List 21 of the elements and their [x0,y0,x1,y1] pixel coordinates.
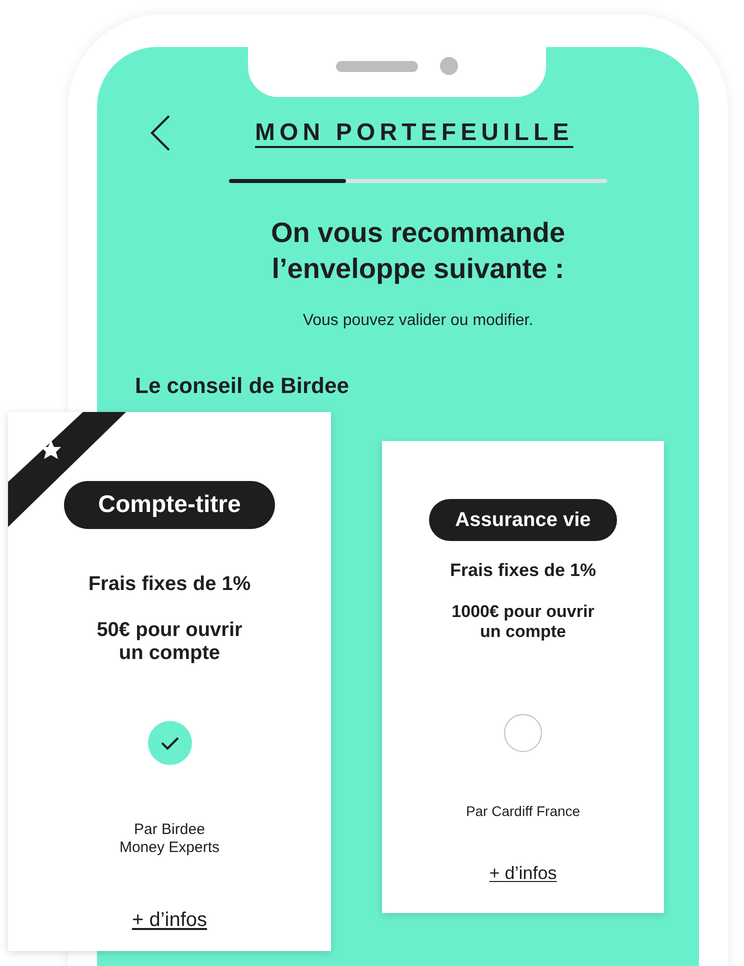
provider-text: Par Cardiff France [466,802,580,820]
minimum-text: 50€ pour ouvrir un compte [96,619,242,665]
product-pill: Assurance vie [429,499,617,541]
page-title: MON PORTEFEUILLE [255,118,574,148]
heading: On vous recommande l’enveloppe suivante : [270,216,566,286]
speaker-icon [336,60,418,72]
subtitle: Vous pouvez valider ou modifier. [302,311,534,331]
fees-text: Frais fixes de 1% [450,559,596,582]
select-radio[interactable] [504,714,542,752]
more-info-link[interactable]: + d’infos [132,905,208,935]
minimum-text: 1000€ pour ouvrir un compte [452,602,594,642]
fees-text: Frais fixes de 1% [88,572,251,597]
product-pill: Compte-titre [64,481,275,529]
section-title: Le conseil de Birdee [135,372,350,400]
more-info-link[interactable]: + d’infos [489,860,557,887]
back-icon[interactable] [150,115,170,151]
star-icon [41,440,61,459]
check-icon [160,736,178,750]
camera-icon [440,57,458,75]
provider-text: Par Birdee Money Experts [119,821,220,857]
select-radio[interactable] [148,721,192,765]
